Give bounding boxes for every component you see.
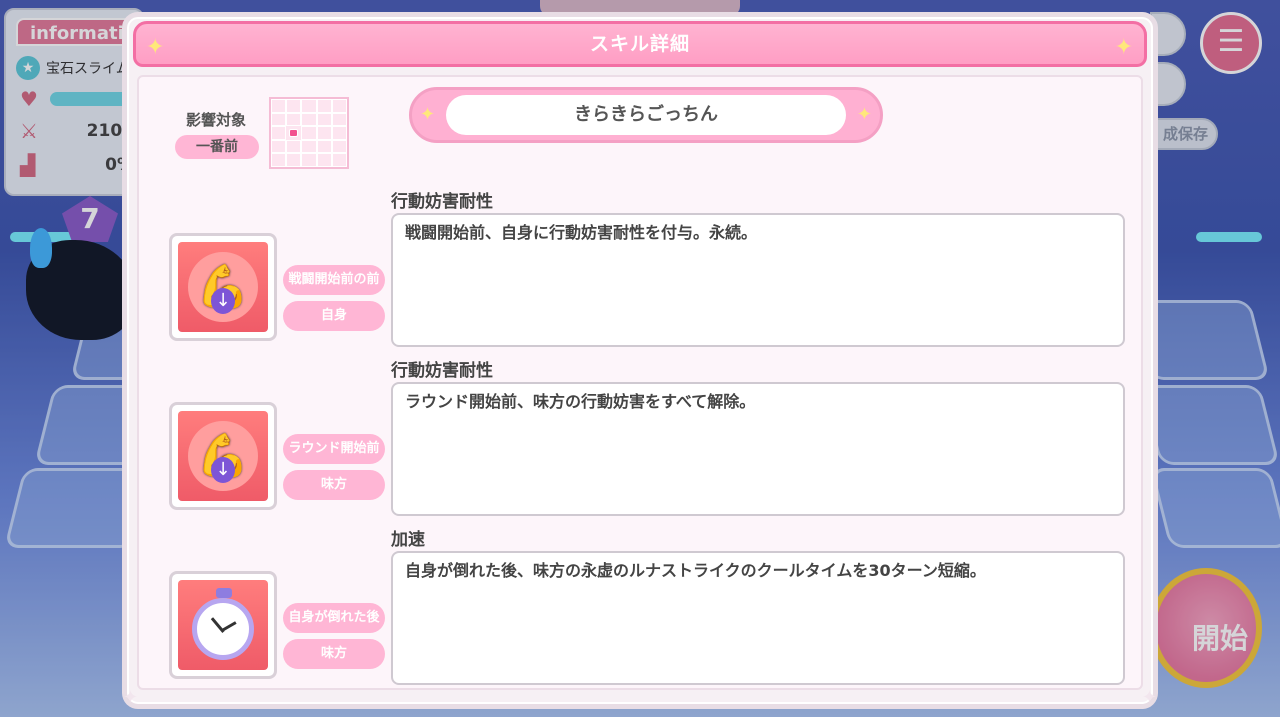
sparkle-icon: ✦ [420, 104, 436, 125]
skill-title: 加速 [391, 530, 425, 550]
corner-sparkle-icon: ✦ [123, 687, 139, 708]
skill-detail-modal: ✦ スキル詳細 ✦ 影響対象 一番前 ✦ きらきらごっちん ✦ 行動妨害耐性 💪 [122, 12, 1158, 709]
target-grid [269, 97, 349, 169]
skill-icon-frame[interactable]: 💪 ↓ [169, 402, 277, 510]
skill-trigger-badge: ラウンド開始前 [283, 434, 385, 464]
skill-name: きらきらごっちん [446, 95, 846, 135]
muscle-resist-icon: 💪 ↓ [178, 411, 268, 501]
modal-body[interactable]: 影響対象 一番前 ✦ きらきらごっちん ✦ 行動妨害耐性 💪 ↓ 戦闘開始前の前… [137, 75, 1143, 690]
skill-entry: 行動妨害耐性 💪 ↓ 戦闘開始前の前 自身 戦闘開始前、自身に行動妨害耐性を付与… [139, 187, 1151, 347]
target-cell-hit [289, 129, 299, 137]
target-position-badge: 一番前 [175, 135, 259, 159]
skill-description: ラウンド開始前、味方の行動妨害をすべて解除。 [391, 382, 1125, 516]
modal-title: スキル詳細 [589, 33, 690, 55]
skill-icon-frame[interactable]: 💪 ↓ [169, 233, 277, 341]
skill-description: 自身が倒れた後、味方の永虚のルナストライクのクールタイムを30ターン短縮。 [391, 551, 1125, 685]
skill-target-badge: 自身 [283, 301, 385, 331]
sparkle-icon: ✦ [1114, 35, 1134, 60]
skill-target-badge: 味方 [283, 639, 385, 669]
skill-entry: 行動妨害耐性 💪 ↓ ラウンド開始前 味方 ラウンド開始前、味方の行動妨害をすべ… [139, 356, 1151, 516]
corner-sparkle-icon: ✦ [1141, 687, 1157, 708]
skill-name-bar: ✦ きらきらごっちん ✦ [409, 87, 883, 143]
muscle-resist-icon: 💪 ↓ [178, 242, 268, 332]
sparkle-icon: ✦ [856, 104, 872, 125]
modal-header: ✦ スキル詳細 ✦ [133, 21, 1147, 67]
stopwatch-icon [178, 580, 268, 670]
target-label: 影響対象 [185, 111, 246, 129]
skill-trigger-badge: 戦闘開始前の前 [283, 265, 385, 295]
skill-trigger-badge: 自身が倒れた後 [283, 603, 385, 633]
skill-entry: 加速 自身が倒れた後 味方 自身が倒れた後、味方の永虚のルナストライクのクールタ… [139, 525, 1151, 685]
skill-title: 行動妨害耐性 [391, 192, 493, 212]
skill-description: 戦闘開始前、自身に行動妨害耐性を付与。永続。 [391, 213, 1125, 347]
sparkle-icon: ✦ [146, 35, 166, 60]
skill-icon-frame[interactable] [169, 571, 277, 679]
skill-target-badge: 味方 [283, 470, 385, 500]
skill-title: 行動妨害耐性 [391, 361, 493, 381]
